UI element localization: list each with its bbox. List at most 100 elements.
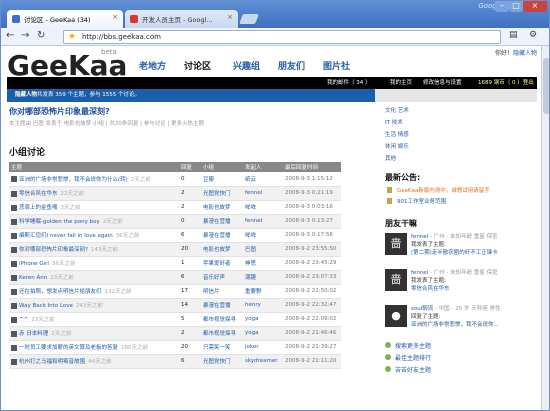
td-group-text[interactable]: 都市视觉探寻 xyxy=(203,331,236,337)
settings-link[interactable]: 修改信息与设置 xyxy=(423,77,462,89)
address-bar[interactable]: ★ http://bbs.geekaa.com xyxy=(63,30,501,44)
topic-link[interactable]: Way Back Into Love xyxy=(19,303,73,309)
category-link[interactable]: 其他 xyxy=(385,154,537,166)
friend-name[interactable]: fennel xyxy=(411,270,428,276)
friend-name[interactable]: soul聊流 xyxy=(411,306,433,312)
sidebar-link[interactable]: 苦苦好友主题 xyxy=(385,365,537,377)
topic-age: 132天之前 xyxy=(104,289,132,295)
td-author-text[interactable]: 神思 xyxy=(245,261,256,267)
nav-interest-groups[interactable]: 兴趣组 xyxy=(233,59,260,72)
topic-link[interactable]: 还在拍照，想发点明信片给朋友们 xyxy=(19,289,102,295)
td-group-text[interactable]: 豆瓣 xyxy=(203,177,214,183)
topic-link[interactable]: ^^ xyxy=(19,317,28,323)
minimize-button[interactable]: – xyxy=(495,1,509,12)
nav-friends[interactable]: 朋友们 xyxy=(278,59,305,72)
bookmark-star-icon[interactable]: ★ xyxy=(68,32,76,42)
friend-name[interactable]: fennel xyxy=(411,234,428,240)
sub-bar xyxy=(375,89,537,102)
avatar[interactable]: 啬 xyxy=(385,233,407,255)
nav-photos[interactable]: 图片社 xyxy=(323,59,350,72)
td-author-text[interactable]: skydreamer xyxy=(245,358,278,364)
category-link[interactable]: IT 技术 xyxy=(385,118,537,130)
td-time: 2008-9-3 0:17:56 xyxy=(283,228,341,243)
tools-menu-icon[interactable]: ⚙ xyxy=(529,30,537,40)
discussion-table: 主题 回复 小组 发起人 最后回复时间 亚洲的广场非常悲惨，我不会说你为什么(转… xyxy=(9,162,341,369)
topic-link[interactable]: 一时员工要求加薪的英文算及老板的答复 xyxy=(19,345,118,351)
topic-link[interactable]: iPhone Girl xyxy=(19,261,49,267)
td-author-text[interactable]: joker xyxy=(245,344,259,350)
friend-topic-link[interactable]: (第二期)走半散农剧的纤不工正锋卡 xyxy=(411,250,498,256)
td-group-text[interactable]: 光图党快门 xyxy=(203,359,231,365)
td-author-text[interactable]: 哞哞 xyxy=(245,233,256,239)
nav-discussion[interactable]: 讨论区 xyxy=(184,59,211,72)
topic-link[interactable]: Keren Ann xyxy=(19,275,47,281)
td-group-text[interactable]: 电影也故梦 xyxy=(203,247,231,253)
td-group-text[interactable]: 都市视觉探寻 xyxy=(203,317,236,323)
td-author-text[interactable]: henry xyxy=(245,302,261,308)
td-replies-text: 2 xyxy=(181,330,185,336)
td-group-text[interactable]: 暴漫在营播 xyxy=(203,233,231,239)
td-group-text[interactable]: 光图党快门 xyxy=(203,191,231,197)
vertical-scrollbar[interactable] xyxy=(541,46,549,410)
td-author-text[interactable]: 纸云 xyxy=(245,177,256,183)
tab-google-dev[interactable]: 开发人员主页 - Googl... × xyxy=(125,10,238,28)
close-window-button[interactable]: × xyxy=(523,1,547,12)
td-author-text[interactable]: yoga xyxy=(245,330,258,336)
topic-link[interactable]: 零信合风在华东 xyxy=(19,191,58,197)
td-author-text[interactable]: fennel xyxy=(245,218,262,224)
td-group-text[interactable]: 音乐好声 xyxy=(203,275,225,281)
avatar[interactable]: ● xyxy=(385,305,407,327)
td-author-text[interactable]: yoga xyxy=(245,316,258,322)
td-author-text[interactable]: 潮趣 xyxy=(245,275,256,281)
topic-link[interactable]: 亚洲的广场非常悲惨，我不会说你为什么(转) xyxy=(19,177,128,183)
td-group-text[interactable]: 只需笑一笑 xyxy=(203,345,231,351)
topic-link[interactable]: 悲哀上的金鱼嘴 xyxy=(19,205,58,211)
forward-icon[interactable]: → xyxy=(21,30,29,41)
close-tab-icon[interactable]: × xyxy=(227,13,233,21)
td-group-text[interactable]: 明信片 xyxy=(203,289,220,295)
topic-age: 22天之前 xyxy=(60,191,85,197)
points-logout[interactable]: 1689 钢币（ 0 ）登出 xyxy=(478,77,534,89)
td-group-text[interactable]: 电影也故梦 xyxy=(203,205,231,211)
topic-link[interactable]: 你对哪部恐怖片印象最深刻? xyxy=(19,247,88,253)
home-link[interactable]: 我的主页 xyxy=(390,77,412,89)
td-group-text[interactable]: 暴漫在营播 xyxy=(203,303,231,309)
topic-link[interactable]: 赤 日本料理 xyxy=(19,331,48,337)
new-tab-button[interactable] xyxy=(239,14,259,24)
category-link[interactable]: 休闲 娱乐 xyxy=(385,142,537,154)
close-tab-icon[interactable]: × xyxy=(112,13,118,21)
table-row: 零信合风在华东 22天之前 2 光图党快门 fennel 2008-9-3 0:21:19 xyxy=(9,186,341,201)
td-author-text[interactable]: 重要野 xyxy=(245,289,262,295)
nav-old-place[interactable]: 老地方 xyxy=(139,59,166,72)
td-group-text[interactable]: 苹果爱好者 xyxy=(203,261,231,267)
topic-link[interactable]: 科学睡眠-golden the pony boy xyxy=(19,219,100,225)
td-group-text[interactable]: 暴漫在营播 xyxy=(203,219,231,225)
google-favicon-icon xyxy=(130,15,138,23)
user-link[interactable]: 隐藏人物 xyxy=(513,50,537,57)
sidebar-link[interactable]: 最佳主题排行 xyxy=(385,353,537,365)
maximize-button[interactable]: □ xyxy=(509,1,523,12)
category-link[interactable]: 生活 情感 xyxy=(385,130,537,142)
notice-link[interactable]: GeeKaa新版内测中，诚想试用请留手 xyxy=(385,186,537,197)
topic-thumb-icon xyxy=(11,176,17,183)
hot-topic-title[interactable]: 你对哪部恐怖片印象最深刻? xyxy=(9,106,375,117)
friend-action: 我发表了主题: xyxy=(411,278,446,284)
scroll-thumb[interactable] xyxy=(543,58,549,114)
back-icon[interactable]: ← xyxy=(6,30,14,41)
mail-link[interactable]: 我的邮件（ 34 ） xyxy=(327,77,371,89)
page-menu-icon[interactable]: ▤ xyxy=(509,30,518,40)
friend-topic-link[interactable]: 零信合风在华东 xyxy=(411,286,450,292)
td-replies: 6 xyxy=(179,270,201,285)
topic-link[interactable]: 杭州打之马福和明霉音故围 xyxy=(19,359,85,365)
topic-link[interactable]: 编斯汇您们I never fall in love again xyxy=(19,233,113,239)
sidebar-link[interactable]: 搜索更多主题 xyxy=(385,341,537,353)
td-author-text[interactable]: fennel xyxy=(245,190,262,196)
reload-icon[interactable]: ↻ xyxy=(37,30,45,41)
friend-topic-link[interactable]: 亚洲的广场非常悲惨，我不会说你... xyxy=(411,322,499,328)
avatar[interactable]: 啬 xyxy=(385,269,407,291)
td-author-text[interactable]: 巴图 xyxy=(245,247,256,253)
td-author-text[interactable]: 哞哞 xyxy=(245,205,256,211)
category-link[interactable]: 文化 艺术 xyxy=(385,106,537,118)
tab-discussion[interactable]: 讨论区 - GeeKaa (34) × xyxy=(7,10,123,28)
notice-link[interactable]: 901工作室业务范围 xyxy=(385,197,537,208)
